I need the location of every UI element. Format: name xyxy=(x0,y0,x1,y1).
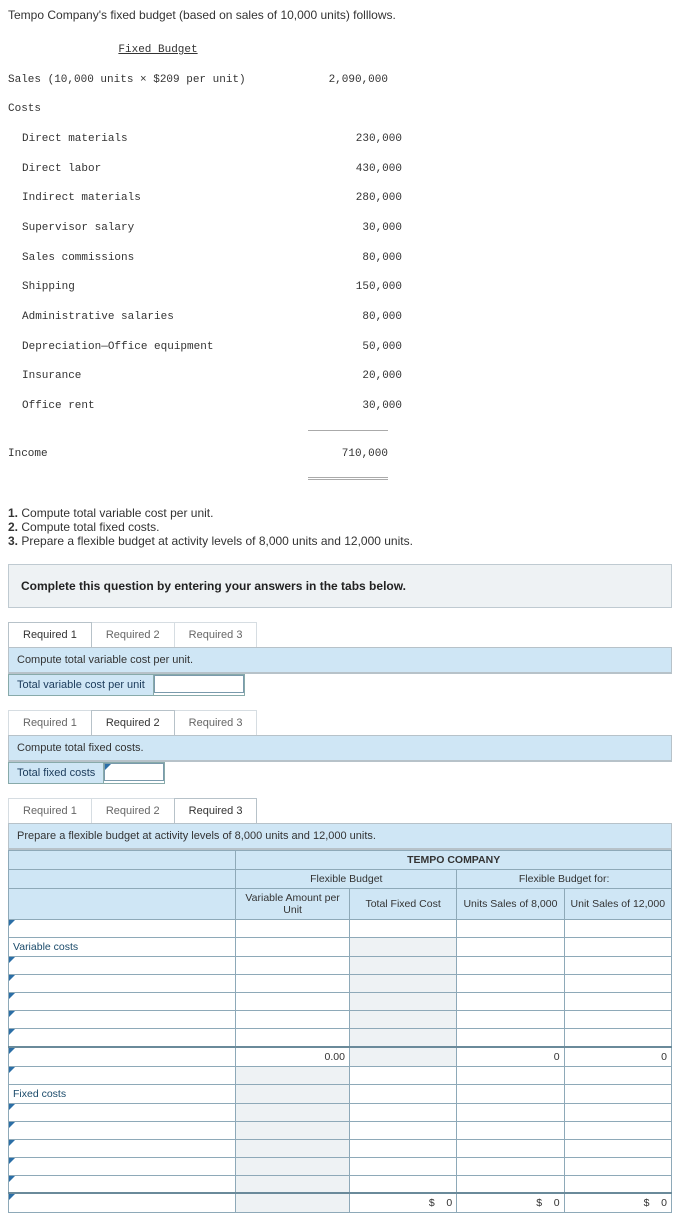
subtotal-8000[interactable]: 0 xyxy=(457,1047,564,1067)
table-row[interactable] xyxy=(9,1121,236,1139)
table-row[interactable] xyxy=(9,1139,236,1157)
grand-12000[interactable]: $ 0 xyxy=(564,1193,671,1213)
tab2-required-1[interactable]: Required 1 xyxy=(8,710,92,735)
col-units-8000: Units Sales of 8,000 xyxy=(457,889,564,920)
tabgroup-1: Required 1 Required 2 Required 3 Compute… xyxy=(8,622,672,674)
table-row[interactable] xyxy=(9,957,236,975)
tab2-required-2[interactable]: Required 2 xyxy=(91,710,175,735)
flexible-budget-for-header: Flexible Budget for: xyxy=(457,870,672,889)
panel2-instruction: Compute total fixed costs. xyxy=(9,736,671,761)
fixed-subtotal[interactable]: $ 0 xyxy=(349,1193,456,1213)
subtotal-12000[interactable]: 0 xyxy=(564,1047,671,1067)
variable-subtotal[interactable]: 0.00 xyxy=(236,1047,350,1067)
col-total-fixed: Total Fixed Cost xyxy=(349,889,456,920)
col-variable-amount: Variable Amount per Unit xyxy=(236,889,350,920)
table-row[interactable] xyxy=(9,975,236,993)
tab-required-1[interactable]: Required 1 xyxy=(8,622,92,647)
panel2-field-label: Total fixed costs xyxy=(9,763,104,783)
table-row[interactable] xyxy=(9,1175,236,1193)
company-header: TEMPO COMPANY xyxy=(236,851,672,870)
flexible-budget-table: TEMPO COMPANY Flexible Budget Flexible B… xyxy=(8,850,672,1213)
variable-cost-per-unit-input[interactable] xyxy=(154,675,244,693)
sales-value: 2,090,000 xyxy=(308,73,388,88)
tabgroup-2: Required 1 Required 2 Required 3 Compute… xyxy=(8,710,672,762)
table-row[interactable] xyxy=(9,1047,236,1067)
question-list: 1. Compute total variable cost per unit.… xyxy=(8,506,672,548)
budget-header: Fixed Budget xyxy=(118,44,197,56)
total-fixed-costs-input[interactable] xyxy=(104,763,164,781)
panel1-instruction: Compute total variable cost per unit. xyxy=(9,648,671,673)
table-row[interactable] xyxy=(9,1029,236,1047)
tab-required-2[interactable]: Required 2 xyxy=(91,622,175,647)
fixed-costs-row[interactable]: Fixed costs xyxy=(9,1084,236,1103)
table-row[interactable] xyxy=(9,1066,236,1084)
tab-required-3[interactable]: Required 3 xyxy=(174,622,258,647)
answer-prompt-box: Complete this question by entering your … xyxy=(8,564,672,608)
flexible-budget-header: Flexible Budget xyxy=(236,870,457,889)
tabgroup-3: Required 1 Required 2 Required 3 Prepare… xyxy=(8,798,672,850)
panel3-instruction: Prepare a flexible budget at activity le… xyxy=(9,824,671,849)
income-value: 710,000 xyxy=(308,447,388,462)
income-label: Income xyxy=(8,447,308,462)
table-row[interactable] xyxy=(9,920,236,938)
table-row[interactable] xyxy=(9,1157,236,1175)
table-row[interactable] xyxy=(9,1103,236,1121)
tab3-required-3[interactable]: Required 3 xyxy=(174,798,258,823)
dropdown-triangle-icon xyxy=(105,764,111,770)
panel1-field-label: Total variable cost per unit xyxy=(9,675,154,695)
intro-text: Tempo Company's fixed budget (based on s… xyxy=(8,8,672,22)
col-units-12000: Unit Sales of 12,000 xyxy=(564,889,671,920)
tab2-required-3[interactable]: Required 3 xyxy=(174,710,258,735)
table-row[interactable] xyxy=(9,1011,236,1029)
grand-8000[interactable]: $ 0 xyxy=(457,1193,564,1213)
table-row[interactable] xyxy=(9,1193,236,1213)
panel2-mini-table: Total fixed costs xyxy=(8,762,165,784)
panel1-mini-table: Total variable cost per unit xyxy=(8,674,245,696)
variable-costs-row[interactable]: Variable costs xyxy=(9,938,236,957)
costs-label: Costs xyxy=(8,102,308,117)
tab3-required-2[interactable]: Required 2 xyxy=(91,798,175,823)
fixed-budget-block: Fixed Budget Sales (10,000 units × $209 … xyxy=(8,28,672,496)
sales-label: Sales (10,000 units × $209 per unit) xyxy=(8,73,308,88)
table-row[interactable] xyxy=(9,993,236,1011)
tab3-required-1[interactable]: Required 1 xyxy=(8,798,92,823)
